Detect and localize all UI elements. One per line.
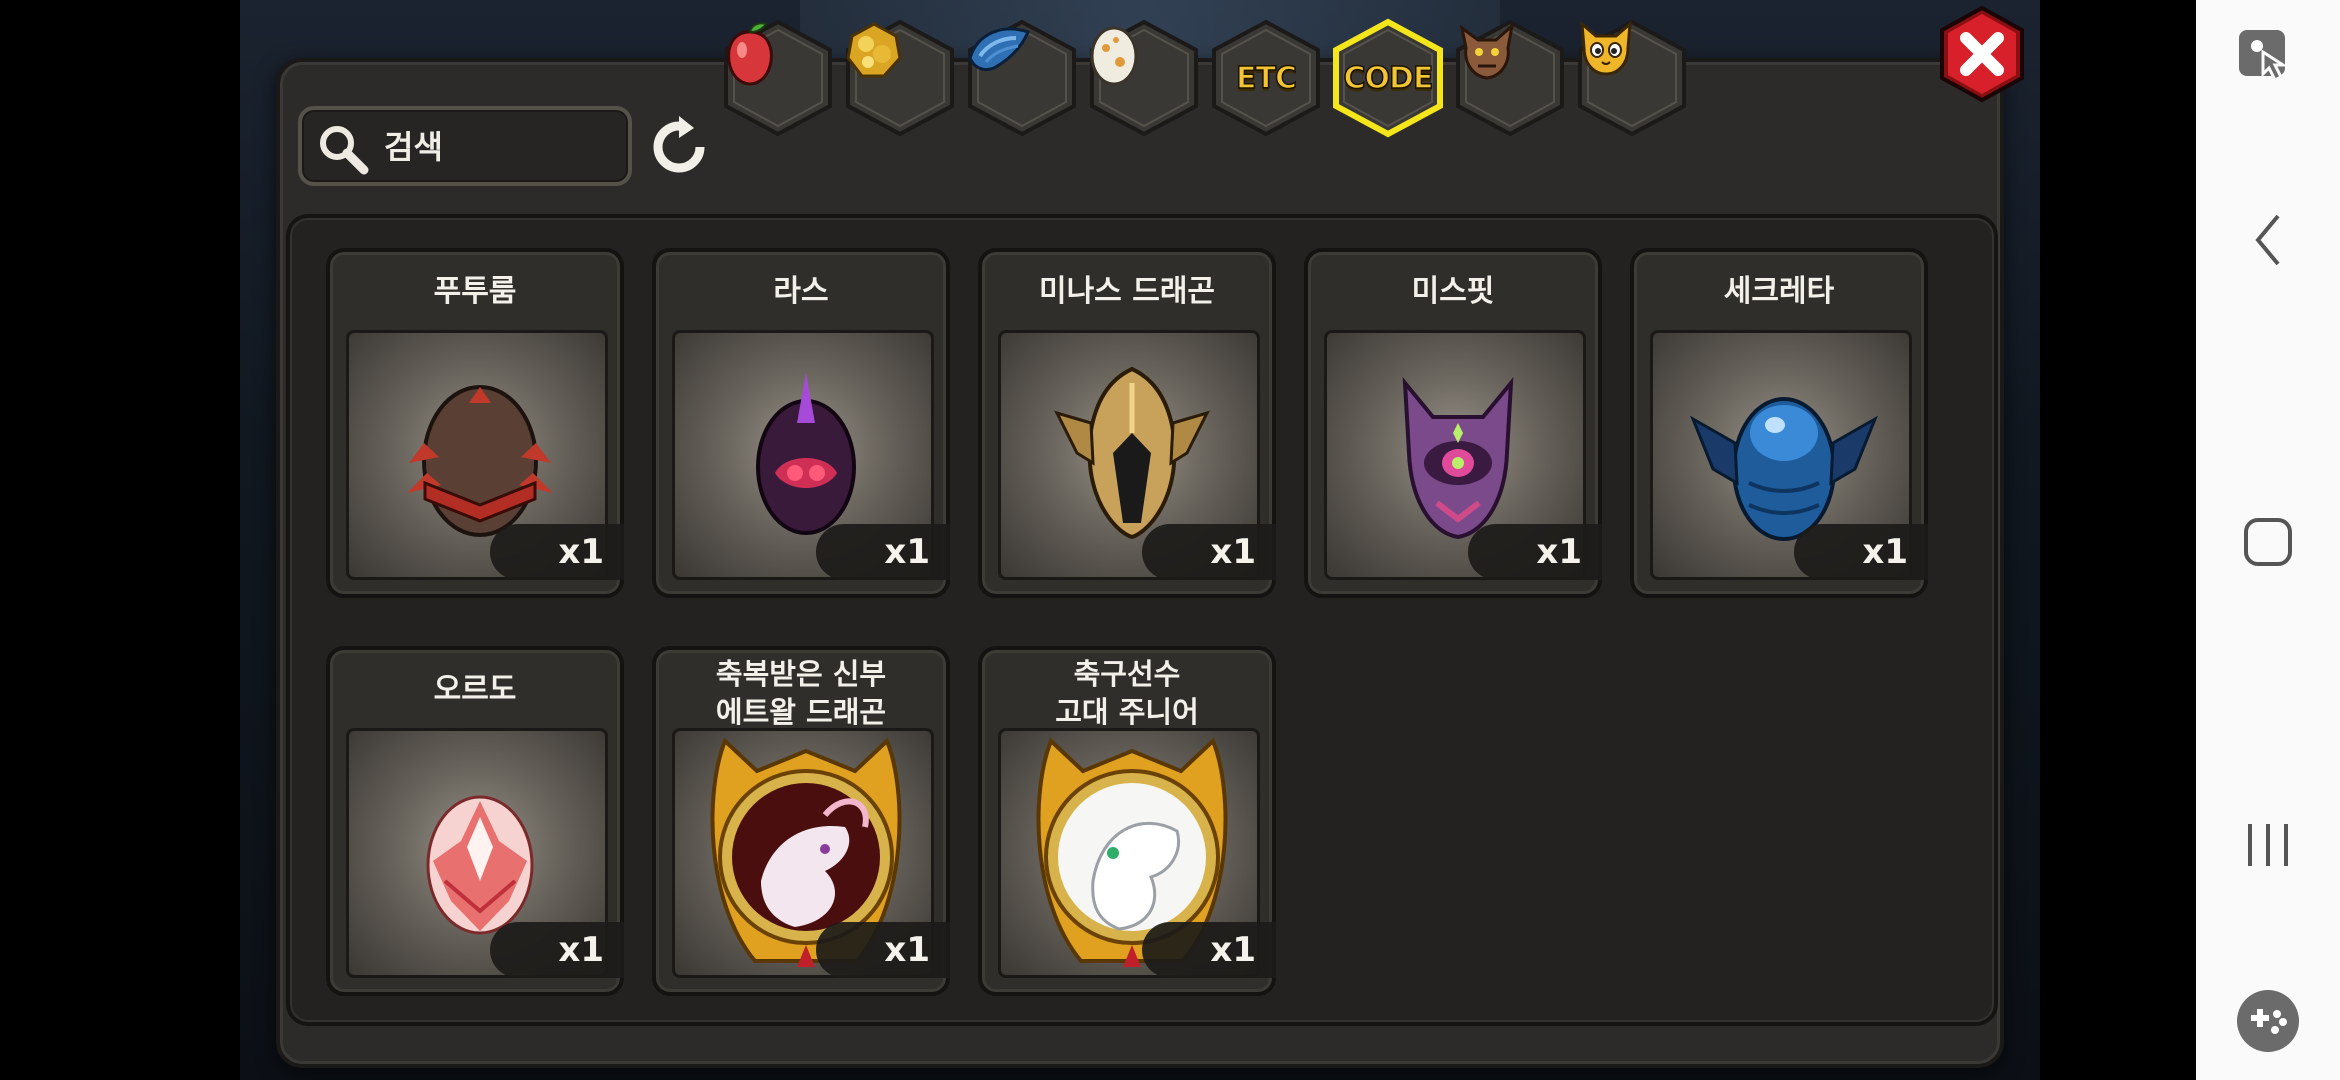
recent-apps-icon [2242,820,2294,874]
tab-fruit[interactable] [720,18,836,138]
home-button[interactable] [2196,516,2340,572]
fruit-icon [720,18,836,138]
touch-lock-button[interactable] [2196,22,2340,96]
item-count: x1 [816,922,950,978]
back-button[interactable] [2196,210,2340,274]
item-count: x1 [816,524,950,580]
item-name: 라스 [773,274,829,309]
refresh-button[interactable] [648,116,710,178]
game-controller-icon [2235,988,2301,1058]
item-card[interactable]: 미스핏 x1 [1304,248,1602,598]
item-card[interactable]: 푸투룸 x1 [326,248,624,598]
item-card[interactable]: 오르도 x1 [326,646,624,996]
item-count: x1 [490,524,624,580]
dragon-scale-icon [964,18,1080,138]
item-card[interactable]: 축복받은 신부 에트왈 드래곤 x1 [652,646,950,996]
item-count: x1 [1142,922,1276,978]
system-navigation-bar [2196,0,2340,1080]
item-card[interactable]: 축구선수 고대 주니어 x1 [978,646,1276,996]
egg-icon [1086,18,1202,138]
tab-monster[interactable] [1452,18,1568,138]
tab-etc[interactable]: ETC [1208,18,1324,138]
item-name: 세크레타 [1723,274,1835,309]
game-tools-button[interactable] [2196,988,2340,1058]
item-card[interactable]: 미나스 드래곤 x1 [978,248,1276,598]
search-box[interactable] [298,106,632,186]
item-count: x1 [1468,524,1602,580]
cat-face-icon [1574,18,1690,138]
item-name: 미나스 드래곤 [1038,274,1216,309]
item-name: 오르도 [433,672,517,707]
tab-gold[interactable] [842,18,958,138]
item-card[interactable]: 세크레타 x1 [1630,248,1928,598]
item-count: x1 [1142,524,1276,580]
item-name: 푸투룸 [433,274,517,309]
item-card[interactable]: 라스 x1 [652,248,950,598]
tab-label: CODE [1343,60,1434,97]
close-icon [1936,5,2028,106]
tab-code[interactable]: CODE [1330,18,1446,138]
home-icon [2242,516,2294,572]
tab-cat[interactable] [1574,18,1690,138]
gold-ore-icon [842,18,958,138]
monster-head-icon [1452,18,1568,138]
item-count: x1 [1794,524,1928,580]
category-tabs: ETC CODE [720,18,1690,138]
item-name: 축구선수 고대 주니어 [1055,657,1199,729]
search-input[interactable] [384,122,614,172]
tab-label: ETC [1235,60,1297,97]
item-count: x1 [490,922,624,978]
back-icon [2248,210,2288,274]
item-name: 축복받은 신부 에트왈 드래곤 [715,657,887,729]
item-name: 미스핏 [1411,274,1495,309]
tab-egg[interactable] [1086,18,1202,138]
recent-apps-button[interactable] [2196,820,2340,874]
tab-dragon-scale[interactable] [964,18,1080,138]
search-icon [316,122,370,180]
touch-lock-icon [2233,22,2303,96]
refresh-icon [648,116,710,182]
close-button[interactable] [1936,5,2028,103]
